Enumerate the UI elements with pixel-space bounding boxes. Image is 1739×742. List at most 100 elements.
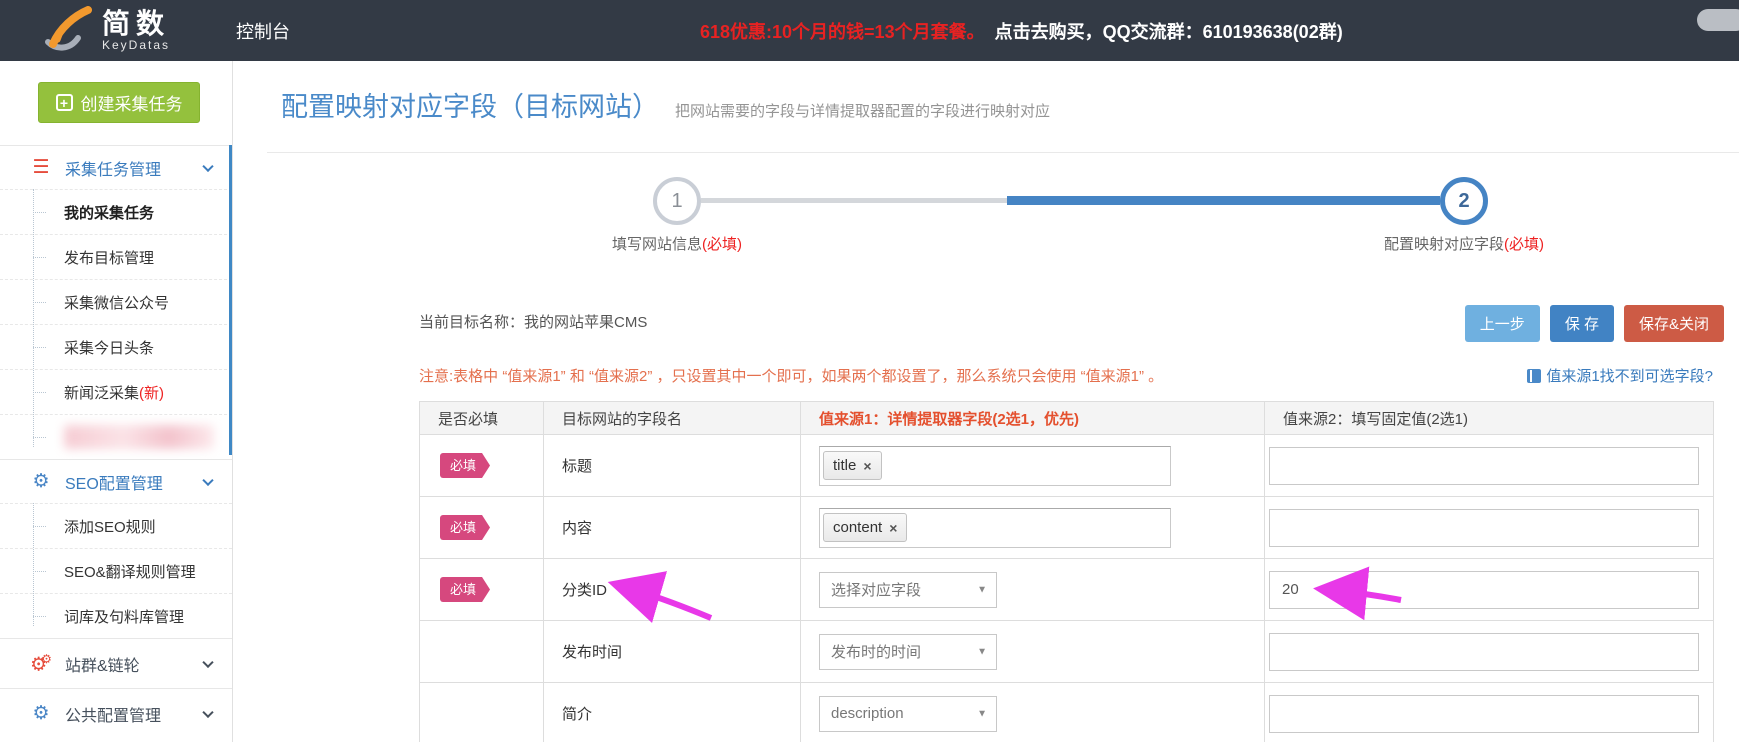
source2-input[interactable] bbox=[1269, 695, 1699, 733]
step-2-circle: 2 bbox=[1440, 177, 1488, 225]
sidebar-item-seo-translate-rules[interactable]: SEO&翻译规则管理 bbox=[0, 548, 232, 593]
save-and-close-button[interactable]: 保存&关闭 bbox=[1624, 305, 1724, 342]
source2-input[interactable] bbox=[1269, 447, 1699, 485]
promo-qq-text: 点击去购买，QQ交流群：610193638(02群) bbox=[995, 18, 1343, 44]
submenu-seo: 添加SEO规则 SEO&翻译规则管理 词库及句料库管理 bbox=[0, 503, 232, 638]
console-nav-item[interactable]: 控制台 bbox=[236, 0, 290, 61]
source2-input[interactable] bbox=[1269, 633, 1699, 671]
step-1-label: 填写网站信息(必填) bbox=[612, 233, 742, 254]
source1-help-link[interactable]: 值来源1找不到可选字段? bbox=[1527, 365, 1713, 386]
app-root: 简数 KeyDatas 控制台 618优惠:10个月的钱=13个月套餐。 点击去… bbox=[0, 0, 1739, 742]
keydatas-logo-icon bbox=[40, 6, 96, 54]
sidebar: + 创建采集任务 ☰ 采集任务管理 我的采集任务 发布目标管理 采集微信公众号 bbox=[0, 61, 233, 742]
prev-step-button[interactable]: 上一步 bbox=[1465, 305, 1540, 342]
field-name: 简介 bbox=[544, 683, 801, 742]
required-badge: 必填 bbox=[440, 515, 490, 540]
col-field-name: 目标网站的字段名 bbox=[544, 402, 801, 435]
source2-input[interactable] bbox=[1269, 509, 1699, 547]
promo-banner[interactable]: 618优惠:10个月的钱=13个月套餐。 点击去购买，QQ交流群：6101936… bbox=[700, 0, 1343, 61]
redacted-blur bbox=[64, 425, 214, 449]
plus-icon: + bbox=[56, 94, 73, 111]
create-task-label: 创建采集任务 bbox=[81, 90, 183, 115]
chevron-down-icon bbox=[202, 160, 213, 171]
sidebar-group-seo[interactable]: ⚙ SEO配置管理 bbox=[0, 459, 232, 503]
sidebar-item-label: 我的采集任务 bbox=[64, 202, 154, 223]
save-button[interactable]: 保 存 bbox=[1550, 305, 1614, 342]
caret-down-icon: ▼ bbox=[977, 646, 987, 657]
table-row-publish-time: 发布时间 发布时的时间▼ bbox=[420, 621, 1714, 683]
field-name: 内容 bbox=[544, 497, 801, 559]
source1-select[interactable]: 选择对应字段▼ bbox=[819, 572, 997, 608]
source1-select[interactable]: 发布时的时间▼ bbox=[819, 634, 997, 670]
step-connector-active bbox=[1007, 196, 1440, 205]
field-name: 分类ID bbox=[544, 559, 801, 621]
sidebar-menu: ☰ 采集任务管理 我的采集任务 发布目标管理 采集微信公众号 采集今日头条 bbox=[0, 145, 232, 738]
field-tag: title× bbox=[823, 451, 882, 480]
gear-icon: ⚙ bbox=[30, 704, 52, 723]
page-title: 配置映射对应字段（目标网站） bbox=[281, 85, 659, 124]
source1-tag-input[interactable]: title× bbox=[819, 446, 1171, 486]
sidebar-item-label: 发布目标管理 bbox=[64, 247, 154, 268]
logo-en-text: KeyDatas bbox=[102, 39, 170, 51]
sidebar-item-label: 词库及句料库管理 bbox=[64, 606, 184, 627]
sidebar-item-label: SEO&翻译规则管理 bbox=[64, 561, 196, 582]
sidebar-item-add-seo-rule[interactable]: 添加SEO规则 bbox=[0, 503, 232, 548]
sidebar-group-collect-tasks[interactable]: ☰ 采集任务管理 bbox=[0, 145, 232, 189]
table-row-category-id: 必填 分类ID 选择对应字段▼ bbox=[420, 559, 1714, 621]
list-icon: ☰ bbox=[30, 158, 52, 177]
sidebar-item-label: 添加SEO规则 bbox=[64, 516, 156, 537]
top-header: 简数 KeyDatas 控制台 618优惠:10个月的钱=13个月套餐。 点击去… bbox=[0, 0, 1739, 61]
sidebar-group-common-config[interactable]: ⚙ 公共配置管理 bbox=[0, 688, 232, 738]
page-subtitle: 把网站需要的字段与详情提取器配置的字段进行映射对应 bbox=[675, 100, 1050, 121]
table-row-summary: 简介 description▼ bbox=[420, 683, 1714, 742]
notice-text: 注意:表格中 “值来源1” 和 “值来源2” ，只设置其中一个即可，如果两个都设… bbox=[419, 365, 1163, 386]
col-source2: 值来源2：填写固定值(2选1) bbox=[1265, 402, 1714, 435]
field-name: 发布时间 bbox=[544, 621, 801, 683]
step-1-circle: 1 bbox=[653, 177, 701, 225]
main-content: 配置映射对应字段（目标网站） 把网站需要的字段与详情提取器配置的字段进行映射对应… bbox=[233, 61, 1739, 742]
sidebar-item-label: 新闻泛采集 bbox=[64, 382, 139, 403]
required-mark: (必填) bbox=[702, 236, 742, 253]
create-task-button[interactable]: + 创建采集任务 bbox=[38, 82, 200, 123]
sidebar-item-toutiao[interactable]: 采集今日头条 bbox=[0, 324, 232, 369]
sidebar-item-news-collect[interactable]: 新闻泛采集(新) bbox=[0, 369, 232, 414]
col-required: 是否必填 bbox=[420, 402, 544, 435]
submenu-collect-tasks: 我的采集任务 发布目标管理 采集微信公众号 采集今日头条 新闻泛采集(新) bbox=[0, 189, 232, 459]
field-tag: content× bbox=[823, 513, 907, 542]
promo-offer-text: 618优惠:10个月的钱=13个月套餐。 bbox=[700, 18, 985, 44]
source1-tag-input[interactable]: content× bbox=[819, 508, 1171, 548]
group-label: 公共配置管理 bbox=[65, 702, 161, 726]
group-label: 站群&链轮 bbox=[65, 652, 140, 676]
book-icon bbox=[1527, 369, 1541, 383]
step-connector-inactive bbox=[701, 198, 1007, 203]
sidebar-group-sites[interactable]: ⚙⚙ 站群&链轮 bbox=[0, 638, 232, 688]
sidebar-item-redacted[interactable] bbox=[0, 414, 232, 459]
chevron-down-icon bbox=[202, 706, 213, 717]
user-pill[interactable] bbox=[1697, 9, 1739, 31]
new-badge: (新) bbox=[139, 382, 164, 403]
sidebar-item-my-tasks[interactable]: 我的采集任务 bbox=[0, 189, 232, 234]
sidebar-item-label: 采集今日头条 bbox=[64, 337, 154, 358]
chevron-down-icon bbox=[202, 656, 213, 667]
source2-input[interactable] bbox=[1269, 571, 1699, 609]
step-2-label: 配置映射对应字段(必填) bbox=[1384, 233, 1544, 254]
sidebar-item-wechat[interactable]: 采集微信公众号 bbox=[0, 279, 232, 324]
caret-down-icon: ▼ bbox=[977, 584, 987, 595]
gears-icon: ⚙⚙ bbox=[30, 653, 52, 674]
sidebar-item-publish-targets[interactable]: 发布目标管理 bbox=[0, 234, 232, 279]
chevron-down-icon bbox=[202, 474, 213, 485]
remove-tag-icon[interactable]: × bbox=[863, 459, 871, 473]
caret-down-icon: ▼ bbox=[977, 708, 987, 719]
group-label: 采集任务管理 bbox=[65, 156, 161, 180]
col-source1: 值来源1：详情提取器字段(2选1，优先) bbox=[801, 402, 1265, 435]
sidebar-item-thesaurus[interactable]: 词库及句料库管理 bbox=[0, 593, 232, 638]
remove-tag-icon[interactable]: × bbox=[889, 521, 897, 535]
table-row-content: 必填 内容 content× bbox=[420, 497, 1714, 559]
keydatas-logo[interactable]: 简数 KeyDatas bbox=[40, 6, 170, 54]
sidebar-item-label: 采集微信公众号 bbox=[64, 292, 169, 313]
active-group-indicator bbox=[229, 145, 232, 455]
content-panel: 1 2 填写网站信息(必填) 配置映射对应字段(必填) 当前目标名称：我的网站苹… bbox=[267, 152, 1739, 742]
field-name: 标题 bbox=[544, 435, 801, 497]
source1-select[interactable]: description▼ bbox=[819, 696, 997, 732]
current-target-name: 当前目标名称：我的网站苹果CMS bbox=[419, 311, 647, 332]
